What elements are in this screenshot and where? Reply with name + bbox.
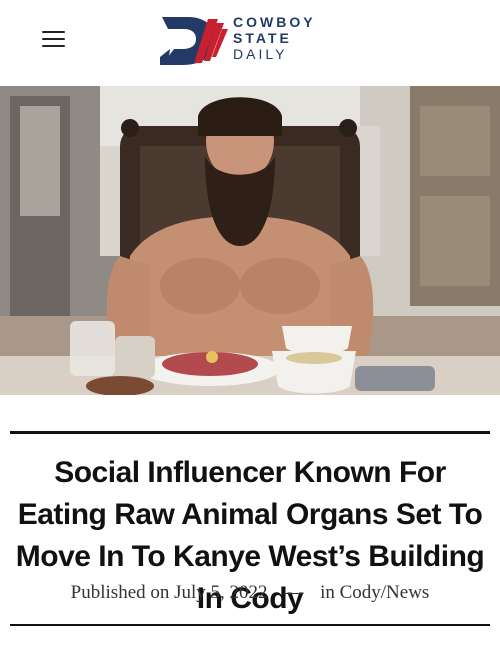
headline-top-rule <box>10 431 490 434</box>
article-meta: Published on July 5, 2022 — in Cody/News <box>10 582 490 604</box>
published-prefix: Published on <box>70 582 170 603</box>
category-prefix: in <box>320 582 335 603</box>
logo-line-daily: DAILY <box>233 46 288 62</box>
headline-bottom-rule <box>10 624 490 626</box>
published-date: July 5, 2022 <box>174 582 268 603</box>
meta-separator: — <box>284 582 304 603</box>
bearded-man-at-table-photo <box>0 86 500 395</box>
category-link[interactable]: Cody/News <box>340 582 430 603</box>
logo-wordmark: COWBOY STATE DAILY <box>233 14 316 62</box>
logo-line-cowboy: COWBOY <box>233 14 316 30</box>
logo-line-state: STATE <box>233 30 292 46</box>
cowboy-state-daily-logo-mark-icon <box>160 17 228 65</box>
hamburger-menu-icon[interactable] <box>42 31 65 49</box>
site-header: COWBOY STATE DAILY <box>0 0 500 86</box>
site-logo[interactable]: COWBOY STATE DAILY <box>158 11 348 69</box>
article-hero-image[interactable] <box>0 86 500 395</box>
